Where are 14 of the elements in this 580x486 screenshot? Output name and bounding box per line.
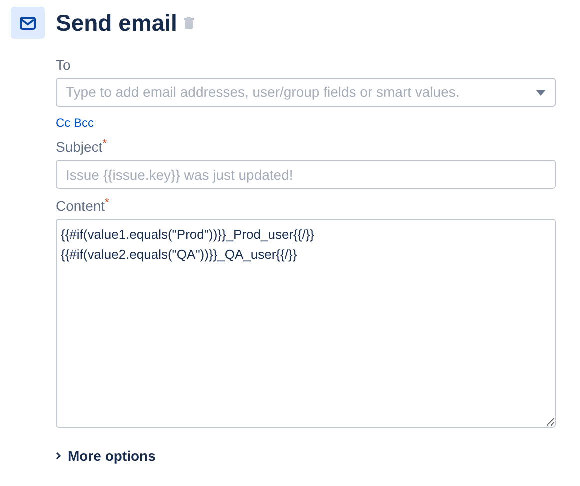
page-title: Send email [56,8,178,38]
field-label: To [56,56,71,74]
required-asterisk: * [105,197,110,209]
more-options-toggle[interactable]: More options [56,446,156,466]
mail-icon [11,7,45,39]
chevron-icon [56,452,62,460]
required-asterisk: * [102,138,107,150]
dropdown-arrow-icon[interactable] [536,90,546,96]
subject-field[interactable]: Issue {{issue.key}} was just updated! [56,160,556,189]
cc-bcc-link[interactable]: Cc Bcc [56,116,94,130]
to-field[interactable]: Type to add email addresses, user/group fields or smart values. [56,78,556,107]
content-field[interactable]: {{#if(value1.equals("Prod"))}}_Prod_user{{/}} {{#if(value2.equals("QA"))}}_QA_user{{/}} [56,219,556,428]
field-label: Content [56,197,106,215]
field-label: Subject [56,138,103,156]
